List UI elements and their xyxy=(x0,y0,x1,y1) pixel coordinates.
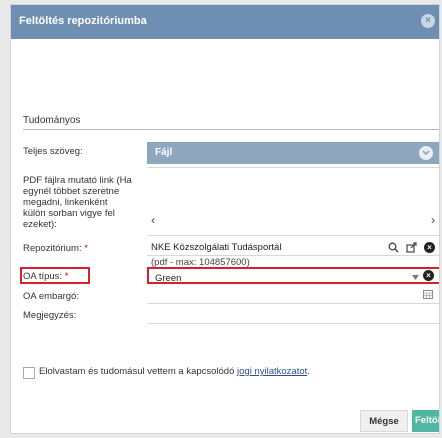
pdf-link-label-line: külön sorban vigye fel xyxy=(23,208,115,219)
full-text-underline xyxy=(147,167,439,168)
note-underline xyxy=(147,323,439,324)
section-divider xyxy=(23,129,439,130)
repository-actions: × xyxy=(384,241,435,253)
clear-icon[interactable]: × xyxy=(424,241,435,253)
upload-dialog: Feltöltés repozitóriumba × Tudományos Te… xyxy=(10,4,440,434)
full-text-label: Teljes szöveg: xyxy=(23,146,83,157)
screen-background: Feltöltés repozitóriumba × Tudományos Te… xyxy=(0,0,442,438)
close-icon[interactable]: × xyxy=(421,14,435,28)
oa-type-field-highlight xyxy=(147,267,439,284)
cancel-button[interactable]: Mégse xyxy=(360,410,408,432)
search-icon[interactable] xyxy=(388,241,402,253)
pdf-link-underline xyxy=(147,235,439,236)
scroll-right-icon[interactable]: › xyxy=(431,213,435,227)
file-select-button[interactable]: Fájl xyxy=(147,142,439,164)
required-mark: * xyxy=(84,243,88,254)
consent-text: Elolvastam és tudomásul vettem a kapcsol… xyxy=(39,366,310,377)
pdf-link-label-line: ezeket): xyxy=(23,219,57,230)
file-button-label: Fájl xyxy=(155,147,173,158)
dialog-title: Feltöltés repozitóriumba xyxy=(19,15,147,27)
oa-type-label: OA típus: * xyxy=(23,271,68,282)
repository-value[interactable]: NKE Közszolgálati Tudásportál xyxy=(151,242,281,253)
chevron-down-icon[interactable] xyxy=(419,146,433,160)
clear-icon[interactable]: × xyxy=(423,270,434,281)
pdf-link-label-line: PDF fájlra mutató link (Ha xyxy=(23,175,132,186)
consent-checkbox[interactable] xyxy=(23,367,35,379)
repository-label-text: Repozitórium: xyxy=(23,243,82,254)
legal-statement-link[interactable]: jogi nyilatkozatot xyxy=(237,366,307,377)
pdf-link-label: PDF fájlra mutató link (Ha egynél többet… xyxy=(23,175,132,230)
repository-label: Repozitórium: * xyxy=(23,243,88,254)
dropdown-caret-icon[interactable] xyxy=(412,273,419,282)
external-link-icon[interactable] xyxy=(406,241,420,253)
required-mark: * xyxy=(64,271,69,282)
pdf-link-label-line: egynél többet szeretne xyxy=(23,186,120,197)
section-heading: Tudományos xyxy=(23,115,81,126)
dialog-titlebar: Feltöltés repozitóriumba × xyxy=(11,5,439,39)
upload-button[interactable]: Feltölt xyxy=(412,410,439,432)
oa-embargo-label: OA embargó: xyxy=(23,291,79,302)
pdf-link-label-line: megadni, linkenként xyxy=(23,197,108,208)
oa-type-label-text: OA típus: xyxy=(23,271,63,282)
note-label: Megjegyzés: xyxy=(23,310,77,321)
oa-embargo-underline xyxy=(147,303,439,304)
scroll-left-icon[interactable]: ‹ xyxy=(151,213,155,227)
consent-label: Elolvastam és tudomásul vettem a kapcsol… xyxy=(39,366,238,377)
repository-underline xyxy=(147,255,439,256)
oa-type-select[interactable]: Green xyxy=(155,273,181,284)
calendar-icon[interactable] xyxy=(423,290,433,301)
consent-suffix: . xyxy=(307,366,310,377)
